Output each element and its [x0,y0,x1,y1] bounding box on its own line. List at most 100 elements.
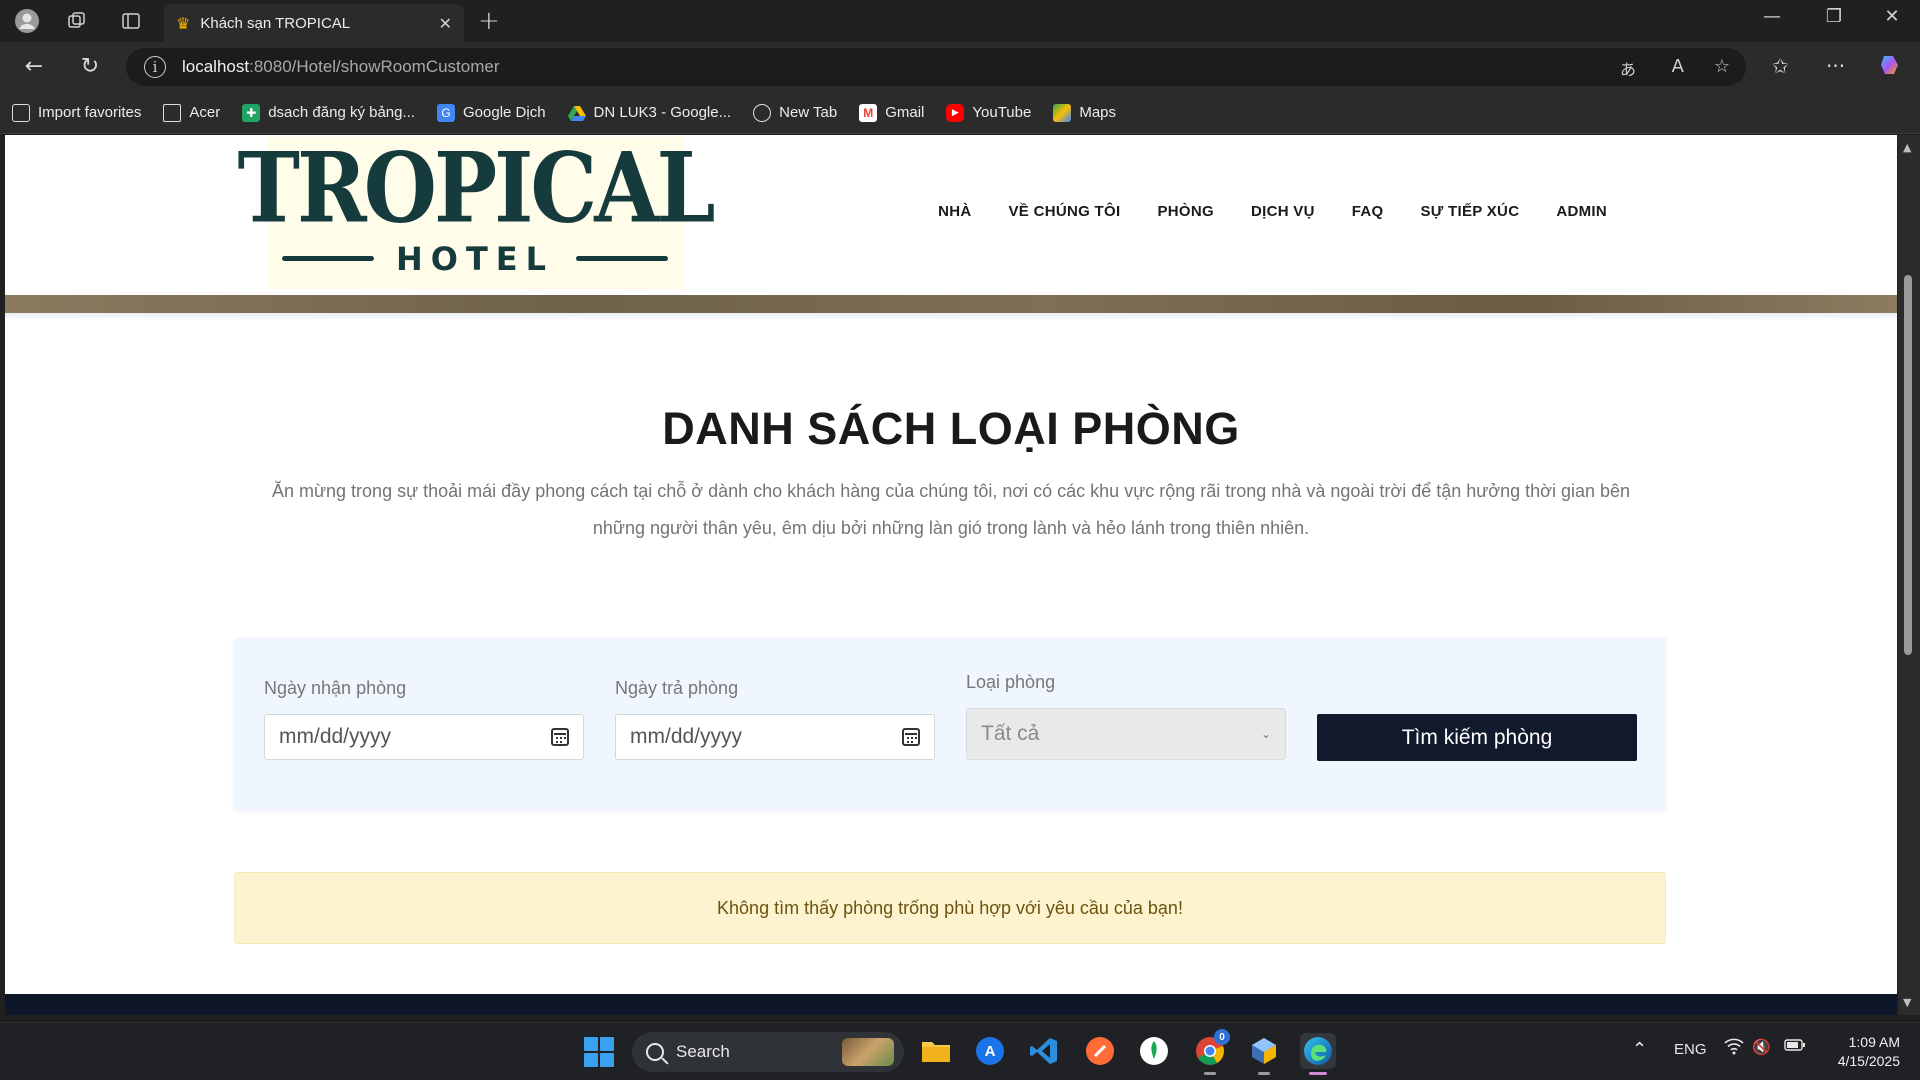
bookmark-google-dich[interactable]: G Google Dịch [437,103,546,122]
address-bar[interactable]: i localhost:8080/Hotel/showRoomCustomer … [126,48,1746,86]
wifi-icon[interactable] [1724,1037,1744,1059]
bookmark-maps[interactable]: Maps [1053,103,1116,122]
youtube-icon: ▶ [946,103,965,122]
main-menu: NHÀ VỀ CHÚNG TÔI PHÒNG DỊCH VỤ FAQ SỰ TI… [901,203,1607,220]
page-scrollbar[interactable]: ▲ ▼ [1898,135,1920,1015]
banner-shade [5,313,1897,321]
logo-sub-text: HOTEL [260,240,690,278]
calendar-icon[interactable] [902,728,920,746]
bookmark-label: Gmail [885,104,925,121]
alert-message: Không tìm thấy phòng trống phù hợp với y… [717,897,1183,918]
bookmark-label: New Tab [779,104,838,121]
workspaces-icon[interactable] [64,8,90,34]
copilot-icon[interactable] [1878,52,1904,83]
room-type-label: Loại phòng [966,672,1056,692]
edge-icon[interactable] [1300,1033,1336,1075]
taskbar-search[interactable]: Search [632,1032,904,1072]
bookmark-youtube[interactable]: ▶ YouTube [946,103,1032,122]
translate-page-icon[interactable]: あ [1620,56,1636,80]
active-tab[interactable]: ♛ Khách sạn TROPICAL ✕ [164,4,464,42]
bookmark-dsach[interactable]: ✚ dsach đăng ký bảng... [242,103,415,122]
checkin-label: Ngày nhận phòng [264,678,407,698]
battery-icon[interactable] [1784,1038,1806,1056]
read-aloud-icon[interactable]: A [1672,56,1684,77]
chrome-icon[interactable]: 0 [1192,1029,1230,1075]
profile-icon[interactable] [14,8,40,34]
tab-close-icon[interactable]: ✕ [439,14,452,33]
url-path: :8080/Hotel/showRoomCustomer [249,57,500,76]
bookmark-label: YouTube [972,104,1032,121]
clock-date: 4/15/2025 [1837,1053,1900,1069]
banner-image-strip [5,295,1897,313]
search-highlight-image [842,1038,894,1066]
menu-item-contact[interactable]: SỰ TIẾP XÚC [1421,203,1520,220]
file-explorer-icon[interactable] [918,1033,954,1069]
page-viewport: TROPICAL HOTEL NHÀ VỀ CHÚNG TÔI PHÒNG DỊ… [5,135,1897,1015]
postman-icon[interactable] [1082,1033,1118,1069]
back-icon[interactable]: ← [20,54,48,79]
translate-icon: G [437,103,455,122]
vscode-icon[interactable] [1026,1033,1062,1069]
drive-icon [567,104,586,122]
favorite-star-icon[interactable]: ☆ [1714,56,1730,77]
clock-time: 1:09 AM [1848,1034,1900,1050]
logo-main-text: TROPICAL [237,135,715,245]
bookmark-import-favorites[interactable]: Import favorites [12,103,142,122]
menu-item-admin[interactable]: ADMIN [1556,203,1607,220]
new-tab-icon[interactable]: + [478,6,500,36]
checkout-placeholder: mm/dd/yyyy [630,725,743,748]
bookmark-label: Import favorites [38,104,142,121]
checkout-date-input[interactable]: mm/dd/yyyy [615,714,935,760]
globe-icon [753,103,772,122]
bookmark-dn-luk3[interactable]: DN LUK3 - Google... [567,104,731,122]
volume-muted-icon[interactable]: 🔇 [1752,1038,1771,1056]
checkin-date-input[interactable]: mm/dd/yyyy [264,714,584,760]
checkout-label: Ngày trả phòng [615,678,739,698]
refresh-icon[interactable]: ↻ [76,54,104,79]
calendar-icon[interactable] [551,728,569,746]
bookmark-new-tab[interactable]: New Tab [753,103,838,122]
show-hidden-icons-icon[interactable]: ⌃ [1632,1039,1647,1060]
menu-item-home[interactable]: NHÀ [938,203,971,220]
taskbar-search-label: Search [676,1042,730,1061]
virtualbox-icon[interactable] [1246,1033,1282,1075]
maps-icon [1053,103,1072,122]
site-info-icon[interactable]: i [144,56,166,78]
svg-text:A: A [985,1043,996,1060]
search-rooms-button[interactable]: Tìm kiếm phòng [1317,714,1637,761]
site-footer-edge [5,994,1897,1015]
page-description: Ăn mừng trong sự thoải mái đầy phong các… [271,481,1631,538]
system-clock[interactable]: 1:09 AM 4/15/2025 [1820,1033,1900,1071]
windows-taskbar: Search A 0 ⌃ ENG 🔇 1:09 AM 4/15/2025 [0,1022,1920,1080]
checkout-field: Ngày trả phòng [615,678,738,699]
menu-item-rooms[interactable]: PHÒNG [1157,203,1214,220]
url-host: localhost [182,57,250,76]
scroll-up-icon[interactable]: ▲ [1903,141,1911,154]
restore-icon[interactable]: ❐ [1814,6,1854,27]
scroll-down-icon[interactable]: ▼ [1903,996,1911,1009]
favorites-icon[interactable]: ✩ [1772,54,1789,78]
menu-item-services[interactable]: DỊCH VỤ [1251,203,1315,220]
room-type-select[interactable]: Tất cả ⌄ [966,708,1286,760]
more-options-icon[interactable]: ··· [1826,54,1845,78]
menu-item-faq[interactable]: FAQ [1352,203,1384,220]
bookmark-label: dsach đăng ký bảng... [268,104,415,121]
menu-item-about[interactable]: VỀ CHÚNG TÔI [1009,203,1121,220]
search-icon [646,1043,664,1061]
bookmark-gmail[interactable]: M Gmail [859,103,925,122]
hotel-logo[interactable]: TROPICAL HOTEL [237,137,716,289]
logo-line-left [281,256,374,262]
checkin-field: Ngày nhận phòng [264,678,406,699]
windows-start-icon[interactable] [584,1037,614,1067]
language-indicator[interactable]: ENG [1674,1041,1707,1058]
scrollbar-thumb[interactable] [1904,275,1912,655]
checkin-placeholder: mm/dd/yyyy [279,725,392,748]
bookmark-acer[interactable]: Acer [163,103,220,122]
chevron-down-icon: ⌄ [1260,727,1271,741]
vertical-tabs-icon[interactable] [118,8,144,34]
tab-title: Khách sạn TROPICAL [200,14,351,32]
close-window-icon[interactable]: ✕ [1872,6,1912,27]
minimize-icon[interactable]: — [1752,6,1792,27]
mongodb-icon[interactable] [1136,1033,1172,1069]
app-store-icon[interactable]: A [972,1033,1008,1069]
